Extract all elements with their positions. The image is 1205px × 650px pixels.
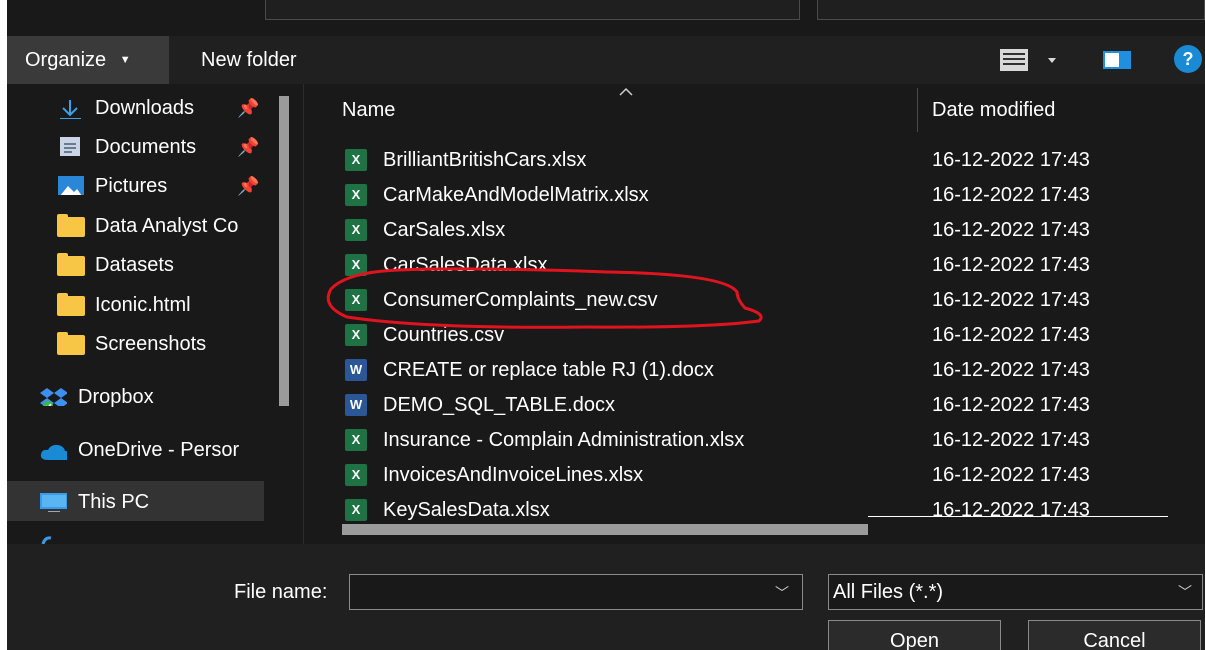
file-name-label: File name: <box>234 581 328 603</box>
dropbox-icon <box>40 388 67 406</box>
nav-item-screenshots[interactable]: Screenshots <box>57 326 272 362</box>
preview-pane-icon <box>1103 51 1131 69</box>
list-view-icon <box>1000 49 1056 71</box>
folder-icon <box>57 253 85 276</box>
chevron-down-icon: ▼ <box>119 54 131 66</box>
computer-icon <box>40 493 67 512</box>
open-button[interactable]: Open <box>828 620 1001 650</box>
annotation-circle <box>326 267 763 329</box>
documents-icon <box>60 137 80 156</box>
organize-button[interactable]: Organize ▼ <box>7 36 169 84</box>
file-dialog-window: Organize ▼ New folder ? Downloads 📌 Docu… <box>7 0 1205 650</box>
horizontal-scrollbar-thumb[interactable] <box>342 524 868 535</box>
file-name-input[interactable] <box>349 574 803 610</box>
pin-icon: 📌 <box>237 137 260 157</box>
nav-item-pictures[interactable]: Pictures 📌 <box>57 168 272 204</box>
folder-icon <box>57 293 85 316</box>
navigation-pane: Downloads 📌 Documents 📌 Pictures 📌 Data <box>7 84 307 544</box>
toolbar: Organize ▼ New folder ? <box>7 36 1205 84</box>
chevron-down-icon: ﹀ <box>1178 584 1192 600</box>
pin-icon: 📌 <box>237 176 260 196</box>
view-options-button[interactable] <box>997 44 1063 76</box>
download-icon <box>60 100 81 119</box>
nav-scrollbar-thumb[interactable] <box>279 96 289 406</box>
nav-item-data-analyst[interactable]: Data Analyst Co <box>57 208 272 244</box>
nav-item-onedrive[interactable]: OneDrive - Persor <box>39 432 277 468</box>
preview-pane-button[interactable] <box>1103 50 1133 70</box>
new-folder-button[interactable]: New folder <box>183 36 315 84</box>
search-box[interactable] <box>817 0 1205 20</box>
nav-item-downloads[interactable]: Downloads 📌 <box>57 90 272 126</box>
folder-icon <box>57 214 85 237</box>
pane-divider[interactable] <box>303 84 304 544</box>
help-button[interactable]: ? <box>1174 45 1202 73</box>
nav-item-documents[interactable]: Documents 📌 <box>57 129 272 165</box>
nav-item-dropbox[interactable]: Dropbox <box>39 379 274 415</box>
onedrive-icon <box>40 444 67 460</box>
file-list: Name Date modified X BrilliantBritishCars… <box>307 84 1205 544</box>
organize-label: Organize <box>25 49 107 71</box>
chevron-down-icon[interactable]: ﹀ <box>775 583 789 603</box>
file-type-select[interactable]: All Files (*.*) ﹀ <box>828 574 1203 610</box>
pin-icon: 📌 <box>237 98 260 118</box>
nav-item-datasets[interactable]: Datasets <box>57 247 272 283</box>
nav-item-this-pc[interactable]: This PC <box>39 484 264 520</box>
folder-icon <box>57 332 85 355</box>
cancel-button[interactable]: Cancel <box>1028 620 1201 650</box>
pictures-icon <box>58 176 84 195</box>
partial-nav-icon <box>41 536 52 544</box>
divider-line <box>868 516 1168 517</box>
help-icon: ? <box>1182 49 1194 69</box>
nav-item-iconic-html[interactable]: Iconic.html <box>57 287 272 323</box>
address-bar[interactable] <box>265 0 800 20</box>
